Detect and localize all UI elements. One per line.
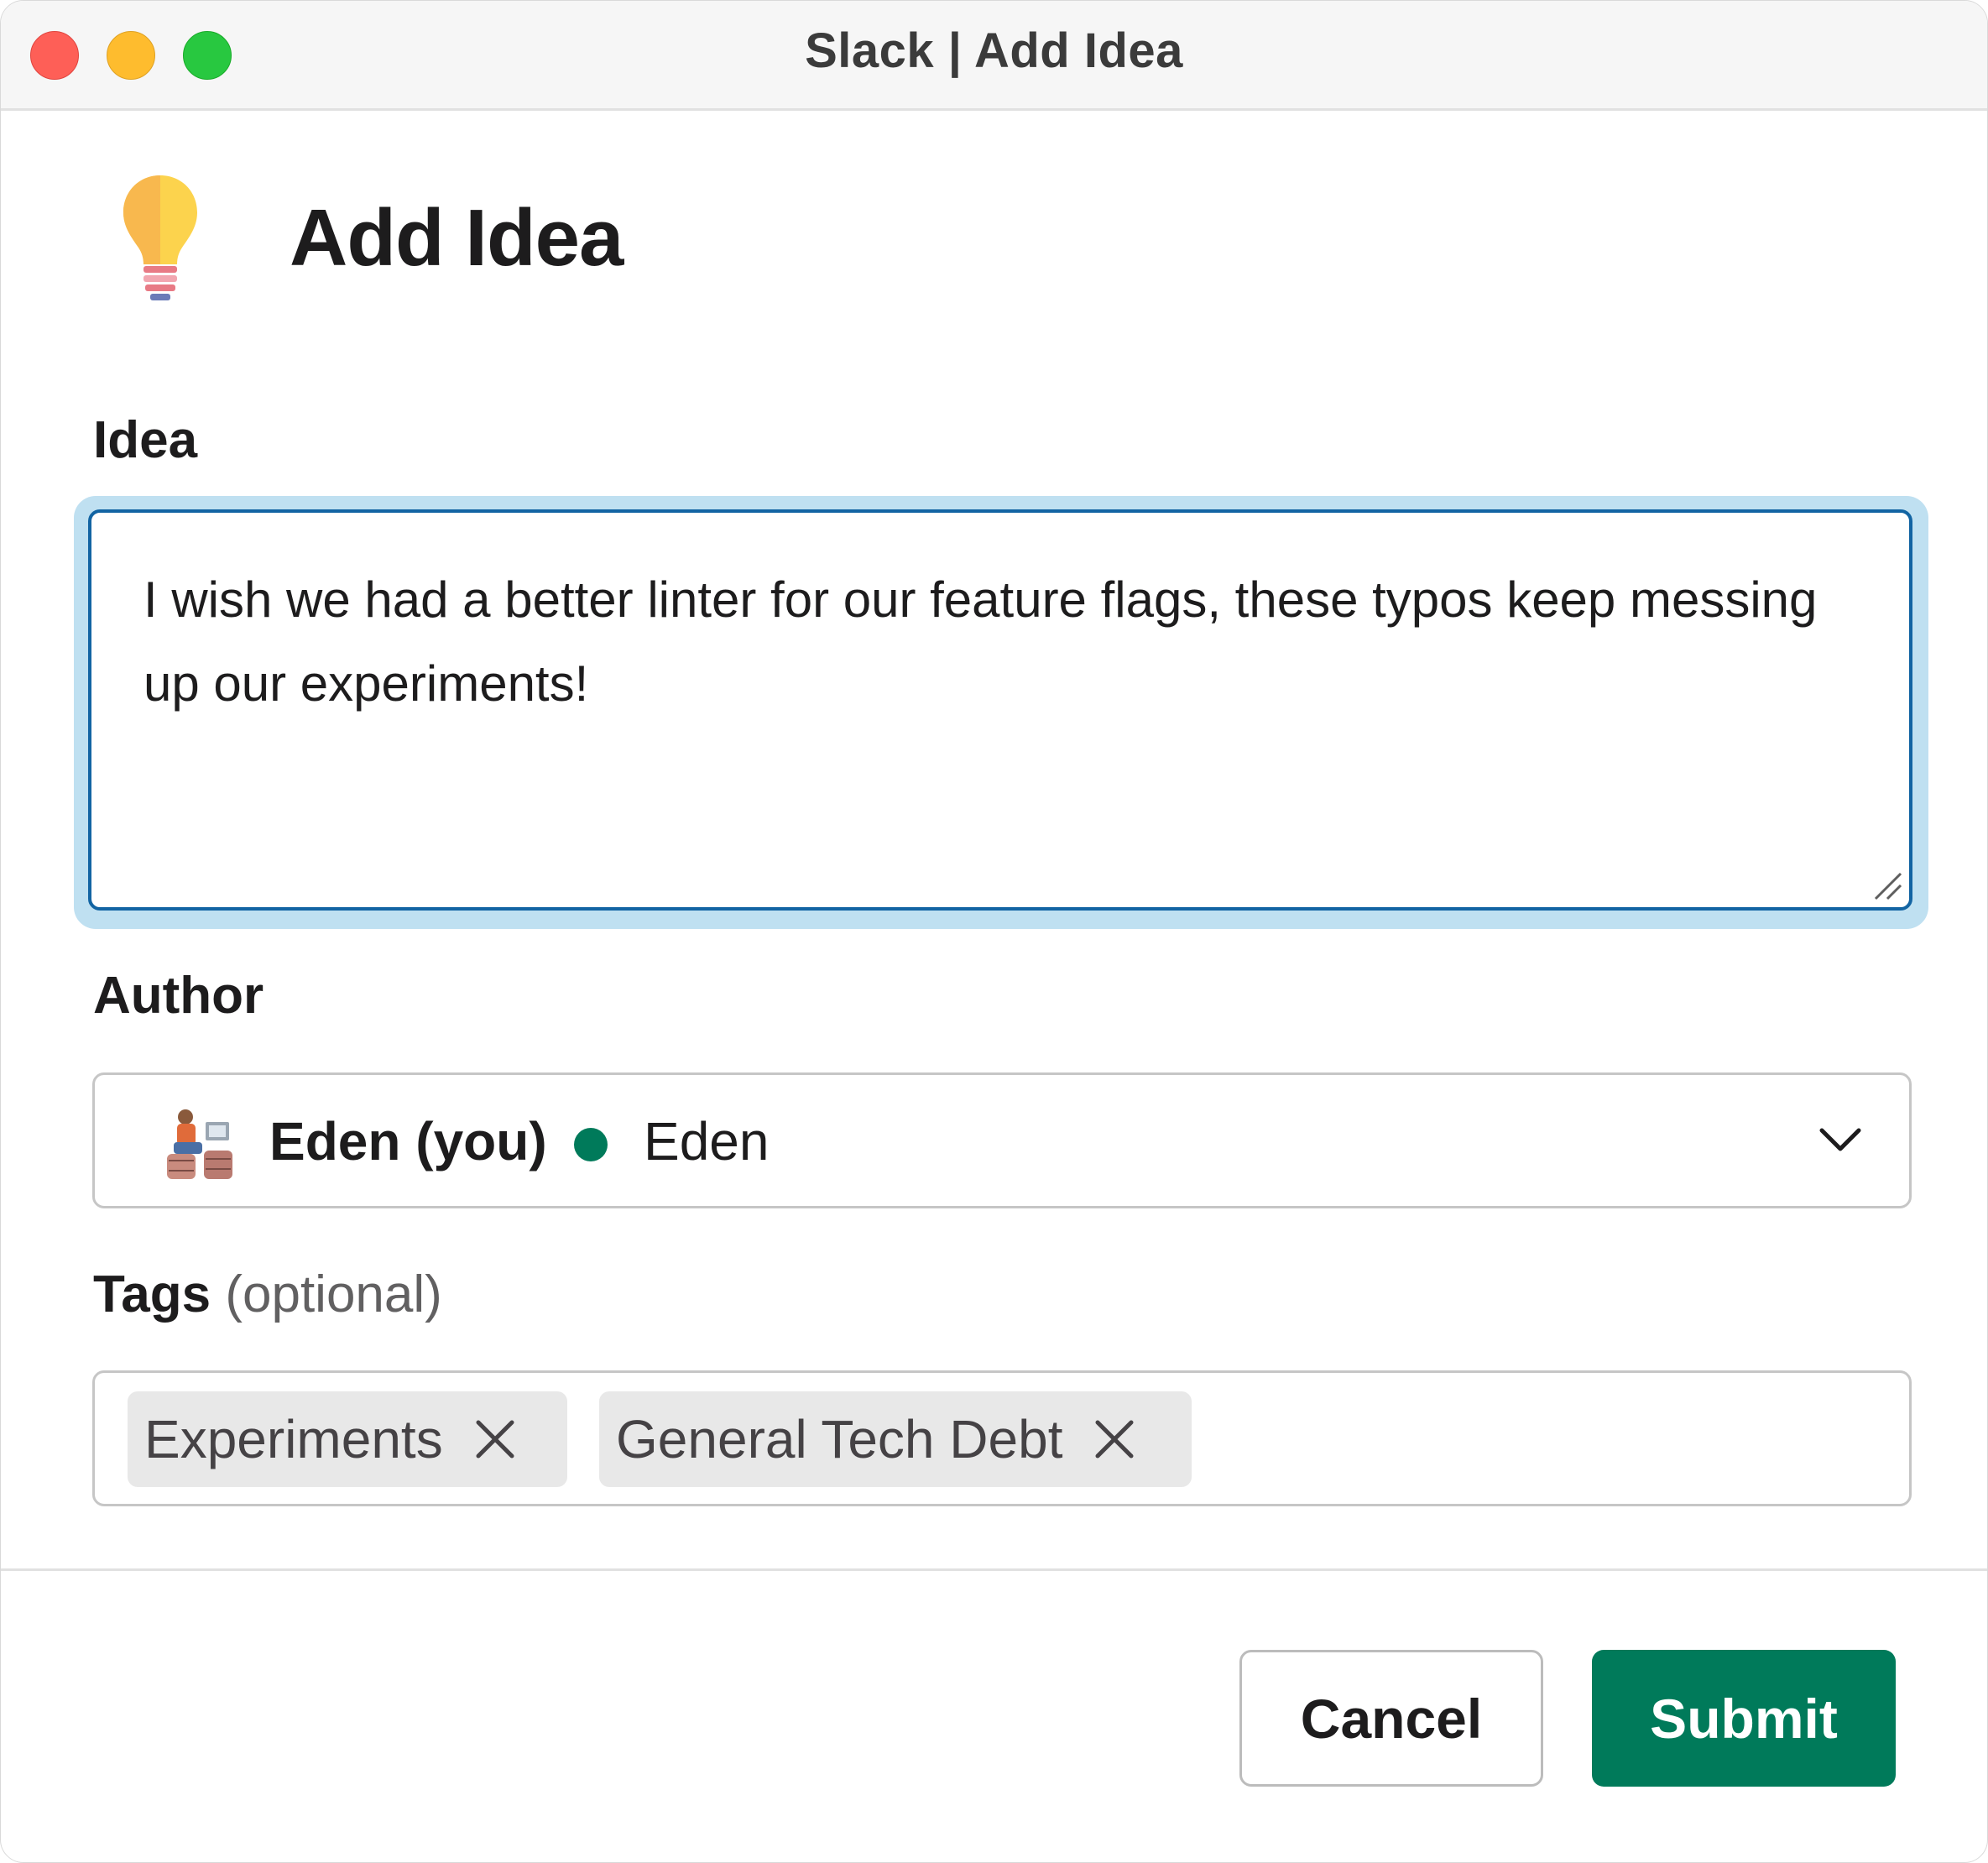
modal-window: Slack | Add Idea Add Idea Idea I wish we… <box>0 0 1988 1863</box>
idea-label: Idea <box>93 411 198 469</box>
author-name: Eden (you) <box>269 1111 547 1172</box>
chevron-down-icon[interactable] <box>1817 1124 1864 1157</box>
page-title: Add Idea <box>290 193 624 283</box>
presence-indicator <box>574 1128 608 1161</box>
tags-input[interactable]: Experiments General Tech Debt <box>92 1370 1912 1506</box>
author-label: Author <box>93 967 264 1025</box>
close-icon[interactable] <box>1093 1417 1136 1461</box>
idea-textarea[interactable]: I wish we had a better linter for our fe… <box>88 509 1912 911</box>
idea-text: I wish we had a better linter for our fe… <box>143 571 1818 712</box>
title-bar: Slack | Add Idea <box>1 1 1987 111</box>
submit-button[interactable]: Submit <box>1592 1650 1896 1787</box>
author-select[interactable]: Eden (you) Eden <box>92 1072 1912 1208</box>
window-title: Slack | Add Idea <box>805 23 1183 78</box>
tag-label: General Tech Debt <box>616 1409 1063 1469</box>
resize-grip-icon[interactable] <box>1871 869 1902 900</box>
close-icon[interactable] <box>473 1417 517 1461</box>
tags-label: Tags (optional) <box>93 1265 442 1324</box>
avatar <box>167 1109 232 1179</box>
footer-divider <box>1 1568 1987 1571</box>
tags-label-text: Tags <box>93 1265 211 1323</box>
author-handle: Eden <box>644 1111 770 1172</box>
optional-hint: (optional) <box>225 1265 442 1323</box>
cancel-button[interactable]: Cancel <box>1239 1650 1543 1787</box>
lightbulb-icon <box>123 175 197 300</box>
tag-chip: General Tech Debt <box>599 1391 1192 1487</box>
tag-label: Experiments <box>144 1409 443 1469</box>
tag-chip: Experiments <box>128 1391 567 1487</box>
